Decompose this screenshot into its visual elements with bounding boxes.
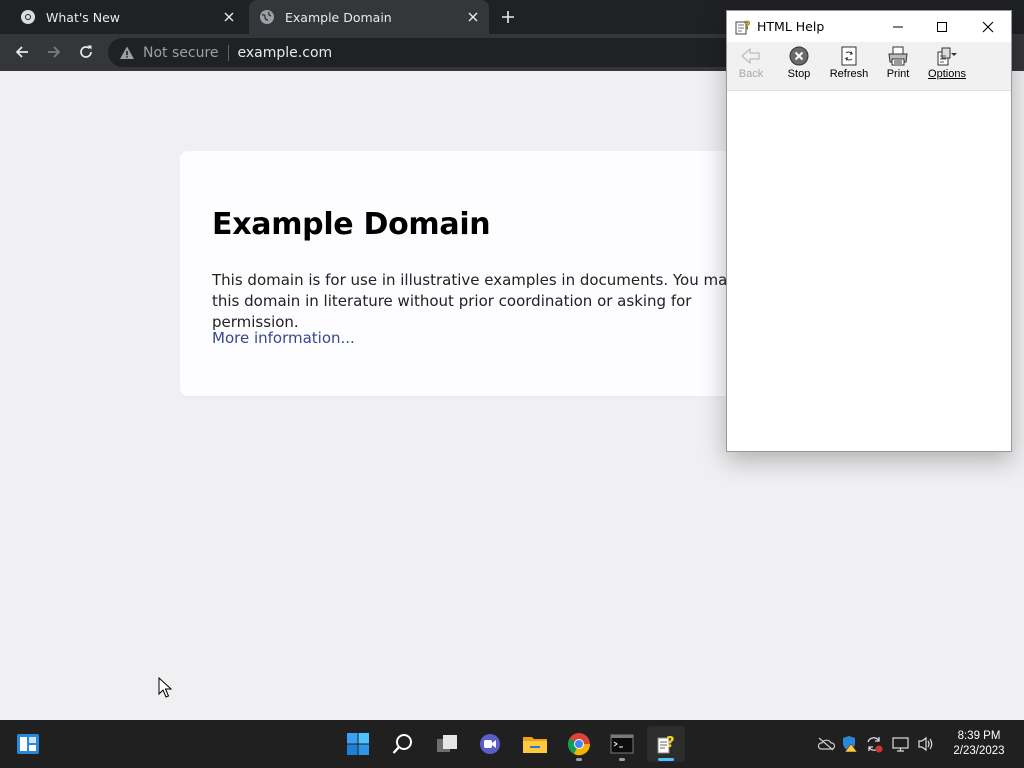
print-icon: [887, 45, 909, 67]
html-help-taskbar-button[interactable]: ?: [647, 726, 685, 762]
start-icon: [347, 733, 369, 755]
chat-icon: [480, 734, 500, 754]
back-arrow-icon: [740, 45, 762, 67]
minimize-icon: [893, 26, 903, 27]
reload-icon: [80, 45, 92, 58]
help-toolbar: Back Stop Refresh Print Options: [727, 42, 1011, 91]
close-icon[interactable]: [465, 9, 481, 25]
reload-button[interactable]: [76, 42, 96, 62]
running-indicator: [619, 758, 625, 761]
svg-text:?: ?: [744, 19, 750, 32]
security-label: Not secure: [143, 44, 219, 61]
search-button[interactable]: [384, 726, 422, 762]
chat-button[interactable]: [471, 726, 509, 762]
html-help-window: ? HTML Help Back Stop Refresh Print Opti…: [726, 10, 1012, 452]
maximize-button[interactable]: [919, 11, 965, 42]
page-heading: Example Domain: [212, 207, 491, 242]
network-tray-icon[interactable]: [891, 734, 911, 754]
file-explorer-button[interactable]: [516, 726, 554, 762]
chrome-icon: [20, 9, 36, 25]
help-stop-label: Stop: [787, 68, 811, 80]
help-print-button[interactable]: Print: [874, 44, 922, 88]
security-tray-icon[interactable]: [840, 734, 860, 754]
tab-whats-new[interactable]: What's New: [0, 0, 245, 34]
help-back-label: Back: [738, 68, 764, 80]
maximize-icon: [937, 21, 947, 32]
terminal-button[interactable]: [603, 726, 641, 762]
system-clock[interactable]: 8:39 PM 2/23/2023: [944, 729, 1014, 759]
taskbar: ? 8:39 PM 2/23/2023: [0, 720, 1024, 768]
back-arrow-icon: [15, 46, 28, 58]
html-help-icon: ?: [735, 19, 751, 35]
file-explorer-icon: [523, 737, 547, 753]
terminal-icon: [610, 734, 634, 754]
help-content-pane[interactable]: [727, 91, 1011, 451]
help-back-button[interactable]: Back: [727, 44, 775, 88]
help-options-button[interactable]: Options: [923, 44, 971, 88]
help-title-bar[interactable]: ? HTML Help: [727, 11, 1011, 42]
html-help-icon: ?: [657, 733, 675, 754]
volume-tray-icon[interactable]: [916, 734, 936, 754]
help-stop-button[interactable]: Stop: [775, 44, 823, 88]
task-view-icon: [437, 735, 457, 752]
tab-example-domain[interactable]: Example Domain: [249, 0, 489, 34]
tab-label: What's New: [46, 9, 121, 25]
forward-arrow-icon: [48, 46, 61, 58]
url-text[interactable]: example.com: [238, 45, 333, 61]
content-card: Example Domain This domain is for use in…: [180, 151, 780, 396]
chrome-icon: [567, 733, 591, 756]
help-refresh-button[interactable]: Refresh: [825, 44, 873, 88]
svg-text:?: ?: [666, 733, 675, 751]
warning-icon[interactable]: [119, 45, 135, 61]
running-indicator: [576, 758, 582, 761]
tab-label: Example Domain: [285, 9, 392, 25]
onedrive-tray-icon[interactable]: [816, 734, 836, 754]
minimize-button[interactable]: [875, 11, 921, 42]
help-options-label: Options: [928, 68, 966, 80]
refresh-icon: [838, 45, 860, 67]
start-button[interactable]: [339, 726, 377, 762]
help-refresh-label: Refresh: [829, 68, 869, 80]
chrome-button[interactable]: [560, 726, 598, 762]
new-tab-button[interactable]: [498, 7, 518, 27]
sync-tray-icon[interactable]: [864, 734, 884, 754]
close-icon[interactable]: [221, 9, 237, 25]
plus-icon: [502, 11, 514, 23]
clock-time: 8:39 PM: [957, 730, 1001, 742]
close-button[interactable]: [965, 11, 1011, 42]
widgets-button[interactable]: [9, 726, 47, 762]
globe-icon: [259, 9, 275, 25]
widgets-icon: [17, 734, 39, 754]
help-print-label: Print: [886, 68, 910, 80]
clock-date: 2/23/2023: [953, 745, 1005, 757]
close-icon: [982, 21, 994, 32]
options-icon: [936, 45, 958, 67]
stop-icon: [788, 45, 810, 67]
search-icon: [392, 734, 412, 754]
divider: [227, 44, 229, 61]
help-window-title: HTML Help: [757, 19, 825, 34]
mouse-cursor-icon: [158, 676, 173, 699]
forward-button[interactable]: [44, 42, 64, 62]
more-information-link[interactable]: More information...: [212, 329, 355, 347]
task-view-button[interactable]: [428, 726, 466, 762]
active-indicator: [658, 758, 674, 761]
back-button[interactable]: [12, 42, 32, 62]
page-paragraph: This domain is for use in illustrative e…: [212, 271, 768, 331]
